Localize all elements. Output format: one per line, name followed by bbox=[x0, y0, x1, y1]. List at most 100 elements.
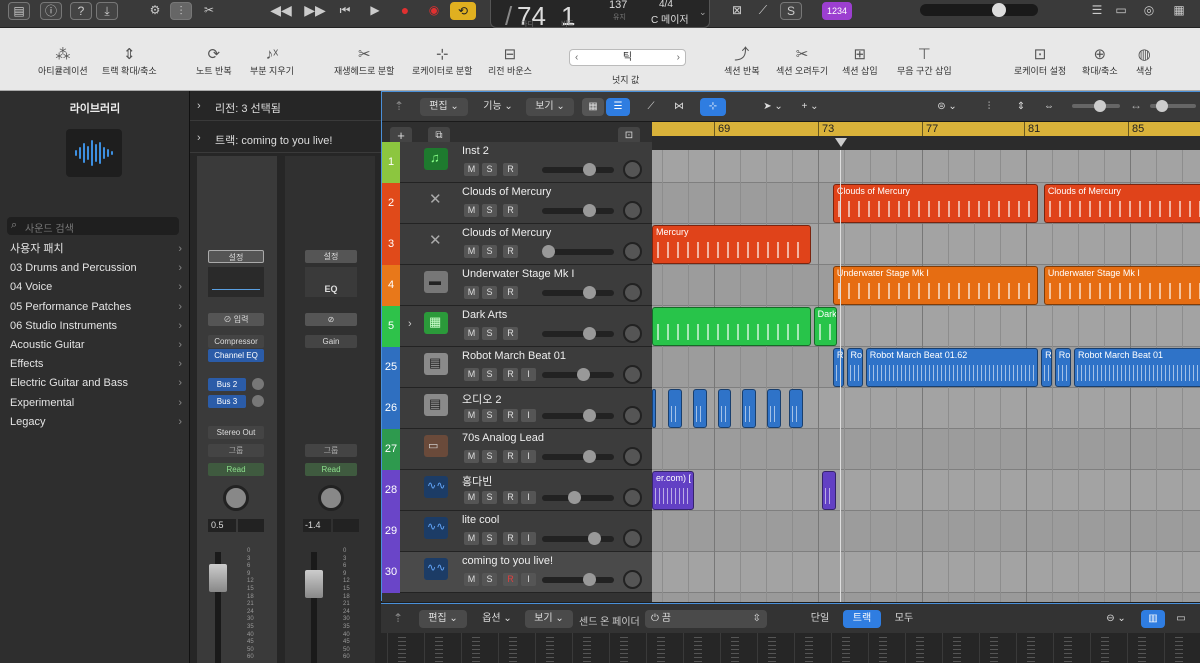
midi-region[interactable] bbox=[652, 307, 811, 346]
track-pan-knob[interactable] bbox=[623, 488, 642, 507]
track-header[interactable]: 28 ∿∿ 홍다빈 M S R I bbox=[382, 470, 652, 511]
track-pan-knob[interactable] bbox=[623, 242, 642, 261]
slider-knob[interactable] bbox=[1156, 100, 1168, 112]
mute-button[interactable]: M bbox=[464, 245, 479, 258]
fader-knob[interactable] bbox=[582, 450, 596, 463]
strip2-settings-button[interactable]: 설정 bbox=[305, 250, 357, 263]
track-header[interactable]: 1 ♫ Inst 2 MSR bbox=[382, 142, 652, 183]
mixer-narrow-view-icon[interactable]: ▥ bbox=[1141, 610, 1165, 628]
toolbar-locator-set[interactable]: ⊡ 로케이터 설정 bbox=[1014, 46, 1066, 77]
track-volume-fader[interactable] bbox=[542, 245, 614, 258]
mixer-channel-strip[interactable] bbox=[572, 633, 606, 663]
toolbar-split-locators[interactable]: ⊹ 로케이터로 분할 bbox=[412, 46, 472, 77]
track-volume-fader[interactable] bbox=[542, 368, 614, 381]
horizontal-zoom-slider[interactable] bbox=[1150, 100, 1196, 112]
nudge-right-chevron-icon[interactable]: › bbox=[677, 50, 680, 65]
mute-button[interactable]: M bbox=[464, 409, 479, 422]
disclosure-chevron-icon[interactable]: › bbox=[197, 100, 201, 112]
audio-region[interactable]: Robot March Beat 01.62 bbox=[865, 348, 1039, 387]
master-volume-knob[interactable] bbox=[992, 3, 1006, 17]
track-name[interactable]: Clouds of Mercury bbox=[462, 227, 551, 239]
lcd-chevron-down-icon[interactable]: ⌄ bbox=[699, 7, 707, 18]
catch-icon[interactable]: ⊹ bbox=[700, 98, 726, 116]
track-pan-knob[interactable] bbox=[623, 283, 642, 302]
playhead-line[interactable] bbox=[840, 150, 841, 602]
solo-button[interactable]: S bbox=[482, 368, 497, 381]
midi-region[interactable]: Underwater Stage Mk I bbox=[832, 266, 1039, 305]
inspector-toggle-icon[interactable]: ⓘ bbox=[40, 2, 62, 20]
sends-on-faders-select[interactable]: ⏻ 끔 ⇳ bbox=[645, 610, 767, 628]
input-monitor-button[interactable]: I bbox=[521, 450, 536, 463]
audio-region[interactable]: Ro bbox=[846, 348, 863, 387]
audio-region[interactable] bbox=[821, 471, 836, 510]
audio-region[interactable] bbox=[789, 389, 803, 428]
toolbar-partial-erase[interactable]: ♪ˣ 부분 지우기 bbox=[250, 46, 294, 77]
library-item[interactable]: Acoustic Guitar › bbox=[0, 336, 190, 355]
disclosure-chevron-icon[interactable]: › bbox=[197, 132, 201, 144]
track-name[interactable]: 오디오 2 bbox=[462, 391, 502, 407]
track-name[interactable]: 홍다빈 bbox=[462, 473, 492, 489]
audio-region[interactable] bbox=[742, 389, 757, 428]
track-header[interactable]: 5 › ▦ Dark Arts M S R bbox=[382, 306, 652, 347]
audio-region[interactable] bbox=[693, 389, 707, 428]
list-view-icon[interactable]: ☰ bbox=[606, 98, 630, 116]
track-name[interactable]: lite cool bbox=[462, 514, 499, 526]
input-monitor-button[interactable]: I bbox=[521, 368, 536, 381]
track-volume-fader[interactable] bbox=[542, 491, 614, 504]
track-header[interactable]: 27 ▭ 70s Analog Lead M S R I bbox=[382, 429, 652, 470]
midi-region[interactable]: Mercury bbox=[652, 225, 811, 264]
record-enable-button[interactable]: R bbox=[503, 409, 518, 422]
track-header[interactable]: 4 ▬ Underwater Stage Mk I MSR bbox=[382, 265, 652, 306]
mixer-channel-strip[interactable] bbox=[535, 633, 569, 663]
record-icon[interactable]: ● bbox=[394, 2, 416, 20]
up-arrow-icon[interactable]: ⇡ bbox=[394, 99, 404, 113]
mute-button[interactable]: M bbox=[464, 286, 479, 299]
midi-region[interactable]: Clouds of Mercury bbox=[1043, 184, 1200, 223]
rewind-icon[interactable]: ◀◀ bbox=[270, 2, 292, 20]
audio-region[interactable] bbox=[668, 389, 683, 428]
waveform-zoom-icon[interactable]: ⫶ bbox=[978, 98, 1000, 116]
track-header[interactable]: 26 ▤ 오디오 2 MSRI bbox=[382, 388, 652, 429]
strip2-fader[interactable] bbox=[305, 546, 335, 663]
smart-controls-icon[interactable]: ⊜ ⌄ bbox=[930, 98, 964, 116]
solo-button[interactable]: S bbox=[482, 450, 497, 463]
toolbar-articulation[interactable]: ⁂ 아티큘레이션 bbox=[38, 46, 88, 77]
track-lane[interactable] bbox=[652, 470, 1200, 511]
record-enable-button[interactable]: R bbox=[503, 573, 518, 586]
track-volume-fader[interactable] bbox=[542, 286, 614, 299]
mixer-channel-strip[interactable] bbox=[1164, 633, 1198, 663]
mixer-channel-strip[interactable] bbox=[868, 633, 902, 663]
strip2-plugin-gain[interactable]: Gain bbox=[305, 335, 357, 348]
toolbar-section-repeat[interactable]: ⤴ 섹션 반복 bbox=[724, 46, 760, 77]
track-inspector-header[interactable]: › 트랙: coming to you live! bbox=[190, 123, 381, 153]
strip1-group-button[interactable]: 그룹 bbox=[208, 444, 264, 457]
track-pan-knob[interactable] bbox=[623, 406, 642, 425]
mode-tracks-button[interactable]: 트랙 bbox=[843, 610, 881, 628]
fader-knob[interactable] bbox=[576, 368, 590, 381]
disclosure-chevron-icon[interactable]: › bbox=[408, 318, 412, 330]
input-monitor-button[interactable]: I bbox=[521, 532, 536, 545]
library-item[interactable]: 05 Performance Patches › bbox=[0, 298, 190, 317]
count-in-button[interactable]: 1234 bbox=[822, 2, 852, 20]
library-item[interactable]: 03 Drums and Percussion › bbox=[0, 259, 190, 278]
audio-region[interactable] bbox=[652, 389, 656, 428]
track-header[interactable]: 30 ∿∿ coming to you live! M S R I bbox=[382, 552, 652, 593]
library-item[interactable]: Legacy › bbox=[0, 413, 190, 432]
mute-button[interactable]: M bbox=[464, 450, 479, 463]
nudge-left-chevron-icon[interactable]: ‹ bbox=[575, 50, 578, 65]
bar-ruler[interactable]: 69 73 77 81 85 bbox=[652, 122, 1200, 150]
track-name[interactable]: 70s Analog Lead bbox=[462, 432, 544, 444]
track-volume-fader[interactable] bbox=[542, 532, 614, 545]
track-header[interactable]: 29 ∿∿ lite cool M S R I bbox=[382, 511, 652, 552]
lcd-display[interactable]: / 74 1 마디 비트 137 유지 4/4 C 메이저 ⌄ bbox=[490, 0, 710, 31]
track-volume-fader[interactable] bbox=[542, 450, 614, 463]
mixer-edit-menu[interactable]: 편집 ⌄ bbox=[419, 610, 467, 628]
up-arrow-icon[interactable]: ⇡ bbox=[393, 611, 403, 625]
pencil-tool-icon[interactable]: + ⌄ bbox=[794, 98, 826, 116]
strip1-settings-button[interactable]: 설정 bbox=[208, 250, 264, 263]
master-volume-slider[interactable] bbox=[920, 3, 1038, 17]
nudge-value-select[interactable]: ‹ 틱 › bbox=[569, 49, 686, 66]
fader-knob[interactable] bbox=[588, 532, 602, 545]
mute-button[interactable]: M bbox=[464, 204, 479, 217]
record-enable-button[interactable]: R bbox=[503, 450, 518, 463]
